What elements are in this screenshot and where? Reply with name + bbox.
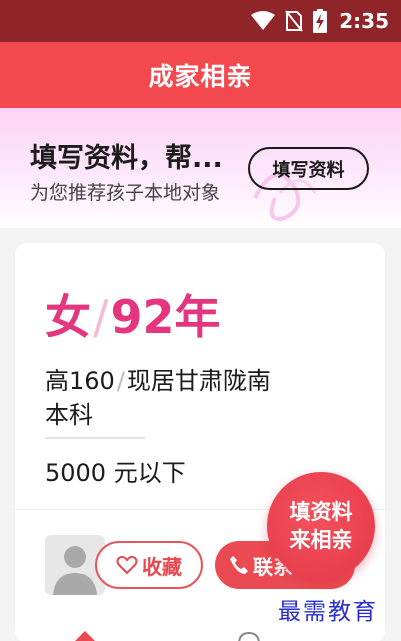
profile-gender: 女 [45, 290, 91, 344]
separator: / [116, 367, 125, 395]
heart-outline-icon [116, 555, 138, 575]
status-time: 2:35 [339, 9, 389, 33]
watermark: 最需教育 [278, 599, 378, 625]
promo-banner[interactable]: 填写资料，帮... 为您推荐孩子本地对象 填写资料 [0, 108, 401, 228]
gender-year: 女/92年 [45, 281, 221, 347]
fill-profile-button[interactable]: 填写资料 [248, 147, 369, 190]
profile-income: 5000 元以下 [45, 459, 186, 487]
page-title: 成家相亲 [148, 62, 253, 91]
profile-location: 现居甘肃陇南 [126, 367, 271, 395]
wifi-icon [251, 11, 276, 31]
fill-profile-fab[interactable]: 填资料 来相亲 [267, 472, 375, 580]
no-sim-icon [285, 10, 304, 32]
separator: / [93, 290, 109, 344]
battery-charging-icon [313, 9, 328, 33]
app-header: 成家相亲 [0, 42, 401, 108]
profile-height: 高160 [45, 367, 115, 395]
fab-line2: 来相亲 [289, 528, 353, 552]
promo-title: 填写资料，帮... [30, 143, 223, 174]
profile-card[interactable]: 女/92年 高160/现居甘肃陇南 本科 5000 元以下 收藏 联系 [15, 243, 385, 641]
favorite-button[interactable]: 收藏 [95, 541, 203, 589]
promo-subtitle: 为您推荐孩子本地对象 [30, 182, 221, 204]
phone-icon [230, 556, 248, 574]
divider [45, 437, 145, 439]
height-location: 高160/现居甘肃陇南 [45, 361, 271, 396]
message-tab-icon[interactable] [236, 631, 262, 641]
profile-education: 本科 [45, 401, 93, 429]
profile-birth-year: 92年 [110, 290, 221, 344]
home-tab-icon[interactable] [72, 630, 98, 641]
favorite-label: 收藏 [142, 554, 182, 579]
fab-line1: 填资料 [289, 500, 353, 524]
status-bar: 2:35 [0, 0, 401, 42]
